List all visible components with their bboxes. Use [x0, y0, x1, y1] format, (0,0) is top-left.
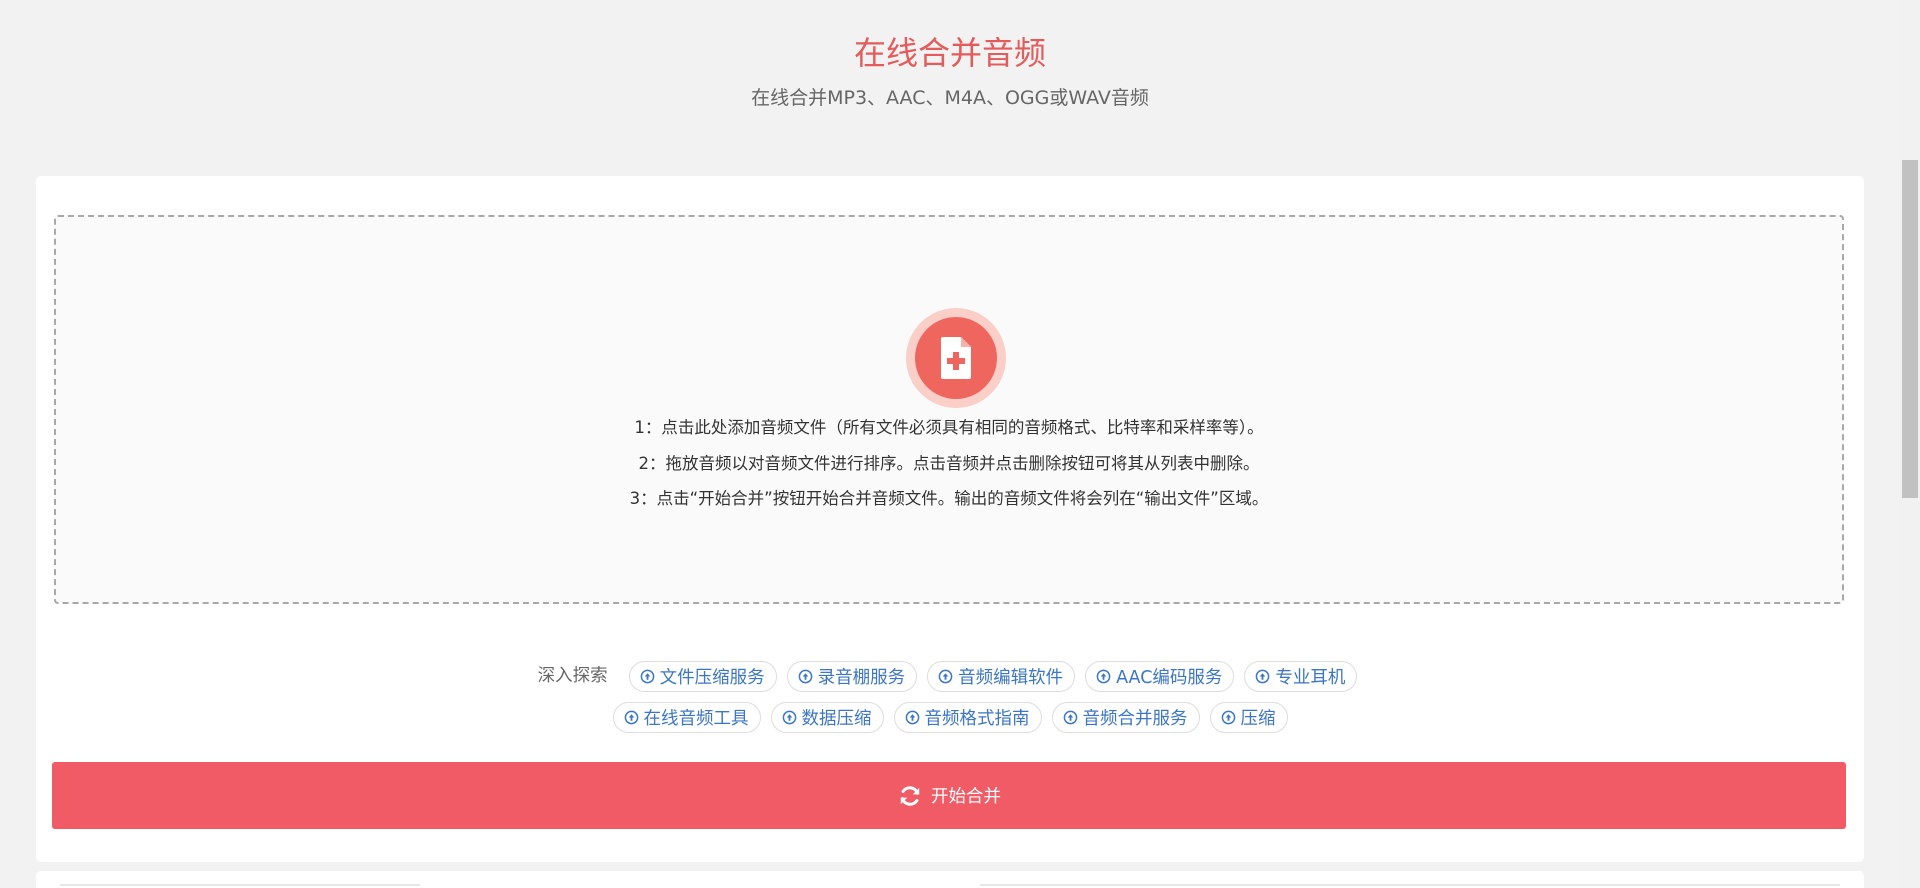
explore-chip-label: 在线音频工具 [643, 709, 749, 729]
file-add-glyph [941, 337, 971, 379]
explore-row-2: 在线音频工具 数据压缩 音频格式指南 音频合并服务 压缩 [36, 702, 1864, 735]
explore-chip-label: 音频编辑软件 [958, 668, 1064, 688]
explore-chip-label: 文件压缩服务 [659, 668, 765, 688]
explore-chip[interactable]: 音频编辑软件 [927, 661, 1076, 692]
explore-chip[interactable]: 压缩 [1209, 702, 1288, 733]
output-divider-left [60, 884, 420, 886]
refresh-icon [900, 785, 920, 806]
file-dropzone[interactable]: 1：点击此处添加音频文件（所有文件必须具有相同的音频格式、比特率和采样率等）。 … [54, 215, 1844, 604]
explore-chip-label: 数据压缩 [801, 709, 872, 729]
arrow-up-circle-icon [798, 669, 812, 684]
explore-chip[interactable]: 文件压缩服务 [628, 661, 777, 692]
page-title: 在线合并音频 [853, 34, 1046, 72]
merge-card: 1：点击此处添加音频文件（所有文件必须具有相同的音频格式、比特率和采样率等）。 … [36, 176, 1864, 862]
explore-chip-label: 音频合并服务 [1082, 709, 1188, 729]
page: 在线合并音频 在线合并MP3、AAC、M4A、OGG或WAV音频 1：点击此处添… [0, 0, 1920, 888]
arrow-up-circle-icon [1256, 669, 1270, 684]
explore-row-1: 深入探索 文件压缩服务 录音棚服务 音频编辑软件 AAC编码服务 专业耳机 [36, 660, 1864, 693]
explore-chip-label: 压缩 [1240, 709, 1276, 729]
explore-section: 深入探索 文件压缩服务 录音棚服务 音频编辑软件 AAC编码服务 专业耳机 在线… [36, 660, 1864, 744]
arrow-up-circle-icon [782, 710, 796, 725]
explore-chip[interactable]: 专业耳机 [1244, 661, 1358, 692]
arrow-up-circle-icon [624, 710, 638, 725]
explore-chip-label: 专业耳机 [1275, 668, 1346, 688]
explore-chip[interactable]: 音频格式指南 [893, 702, 1042, 733]
explore-chip-label: 音频格式指南 [924, 709, 1030, 729]
arrow-up-circle-icon [1221, 710, 1235, 725]
explore-chip-label: 录音棚服务 [817, 668, 906, 688]
explore-chip-label: AAC编码服务 [1116, 668, 1223, 688]
instruction-step-3: 3：点击“开始合并”按钮开始合并音频文件。输出的音频文件将会列在“输出文件”区域… [629, 489, 1269, 508]
scrollbar-thumb[interactable] [1902, 160, 1918, 498]
arrow-up-circle-icon [1096, 669, 1111, 684]
arrow-up-circle-icon [905, 710, 919, 725]
explore-chip[interactable]: AAC编码服务 [1085, 661, 1235, 692]
output-divider-right [980, 884, 1840, 886]
instructions: 1：点击此处添加音频文件（所有文件必须具有相同的音频格式、比特率和采样率等）。 … [56, 410, 1842, 517]
start-merge-label: 开始合并 [931, 787, 1001, 807]
instruction-step-1: 1：点击此处添加音频文件（所有文件必须具有相同的音频格式、比特率和采样率等）。 [634, 418, 1264, 437]
output-card [36, 871, 1864, 888]
explore-chip[interactable]: 数据压缩 [770, 702, 884, 733]
arrow-up-circle-icon [640, 669, 654, 684]
explore-label: 深入探索 [537, 666, 608, 686]
instruction-step-2: 2：拖放音频以对音频文件进行排序。点击音频并点击删除按钮可将其从列表中删除。 [638, 453, 1260, 473]
page-subtitle: 在线合并MP3、AAC、M4A、OGG或WAV音频 [751, 87, 1149, 109]
arrow-up-circle-icon [1063, 710, 1077, 725]
file-add-icon[interactable] [906, 308, 1006, 408]
arrow-up-circle-icon [938, 669, 953, 684]
page-scrollbar[interactable] [1900, 0, 1920, 888]
header: 在线合并音频 在线合并MP3、AAC、M4A、OGG或WAV音频 [0, 0, 1900, 170]
explore-chip[interactable]: 音频合并服务 [1051, 702, 1200, 733]
explore-chip[interactable]: 在线音频工具 [612, 702, 761, 733]
explore-chip[interactable]: 录音棚服务 [786, 661, 918, 692]
file-add-icon-circle [915, 317, 997, 399]
start-merge-button[interactable]: 开始合并 [52, 762, 1846, 829]
